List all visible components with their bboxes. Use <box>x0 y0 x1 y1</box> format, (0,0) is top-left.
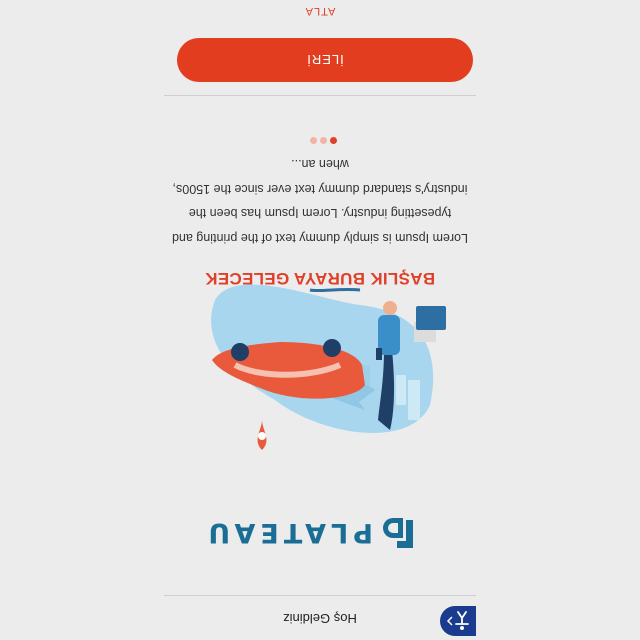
skip-link[interactable]: ATLA <box>0 5 640 17</box>
chevron-right-icon <box>447 616 454 626</box>
logo-mark-icon <box>383 518 413 548</box>
page-indicator <box>310 137 337 144</box>
page-dot-active <box>330 137 337 144</box>
page-dot <box>320 137 327 144</box>
onboarding-screen: Hoş Geldiniz PLATEAU BAŞLIK BURAYA GELEC… <box>0 0 640 640</box>
plateau-logo: PLATEAU <box>203 512 415 552</box>
accessibility-icon <box>455 611 470 630</box>
page-dot <box>310 137 317 144</box>
header-bar: Hoş Geldiniz <box>164 595 476 640</box>
parking-illustration <box>211 284 446 450</box>
header-title: Hoş Geldiniz <box>283 611 357 626</box>
accessibility-button[interactable] <box>440 606 476 636</box>
logo-text: PLATEAU <box>203 517 373 548</box>
next-button[interactable]: İLERİ <box>177 38 473 82</box>
slide-description: Lorem Ipsum is simply dummy text of the … <box>172 157 468 246</box>
divider <box>164 95 476 96</box>
slide-title: BAŞLIK BURAYA GELECEK <box>204 269 436 288</box>
